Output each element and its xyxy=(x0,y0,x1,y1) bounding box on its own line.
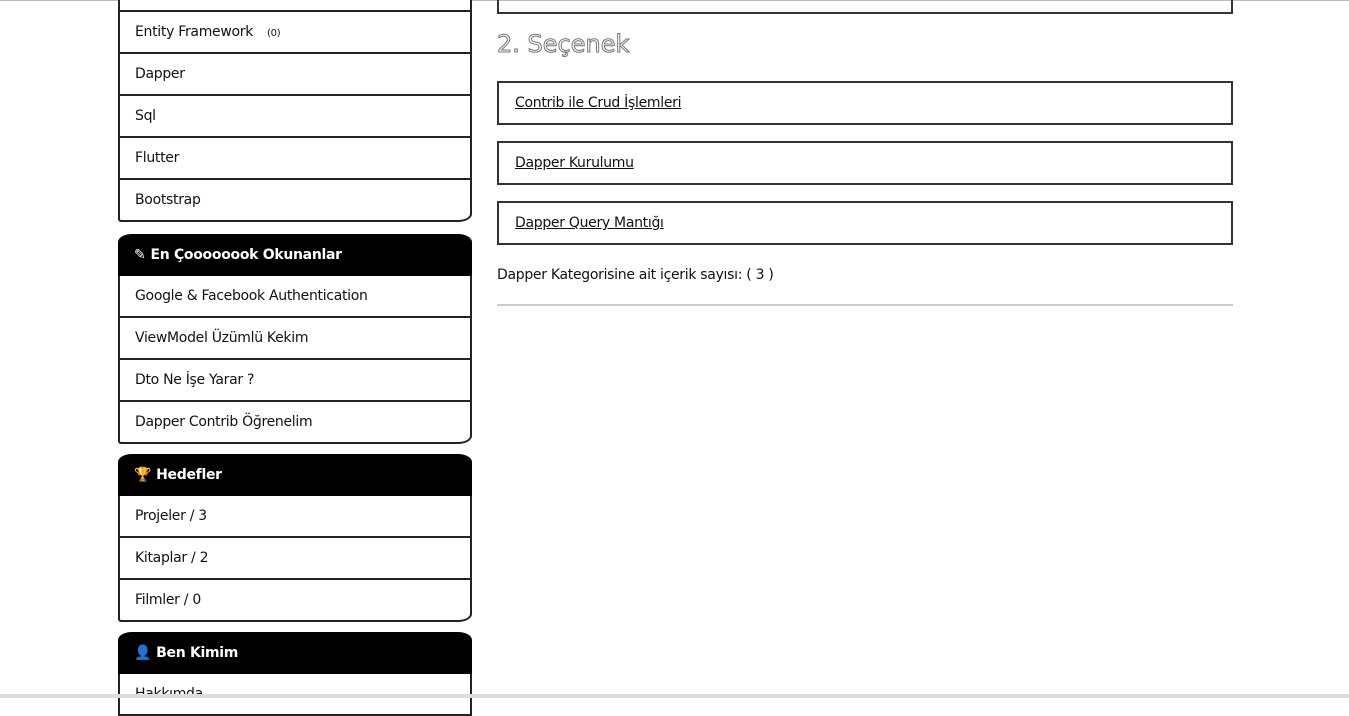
most-read-panel: ✎ En Çoooooook Okunanlar Google & Faceboo… xyxy=(118,234,472,444)
post-link[interactable]: Dapper Query Mantığı xyxy=(515,215,664,231)
post-box-cut[interactable] xyxy=(497,0,1233,14)
goal-item[interactable]: Projeler / 3 xyxy=(118,496,472,538)
post-link[interactable]: Contrib ile Crud İşlemleri xyxy=(515,95,681,111)
trophy-icon: 🏆 xyxy=(134,467,152,483)
most-read-item[interactable]: ViewModel Üzümlü Kekim xyxy=(118,318,472,360)
category-item-flutter[interactable]: Flutter xyxy=(118,138,472,180)
post-box: Dapper Kurulumu xyxy=(497,141,1233,185)
divider xyxy=(497,304,1233,306)
category-item-cut[interactable] xyxy=(118,0,472,12)
goals-header: 🏆 Hedefler xyxy=(118,454,472,496)
goals-title: Hedefler xyxy=(156,467,222,483)
category-item-entity-framework[interactable]: Entity Framework (0) xyxy=(118,12,472,54)
post-box: Contrib ile Crud İşlemleri xyxy=(497,81,1233,125)
category-item-bootstrap[interactable]: Bootstrap xyxy=(118,180,472,222)
horizontal-scrollbar[interactable] xyxy=(0,694,1349,698)
about-title: Ben Kimim xyxy=(156,645,239,661)
pencil-icon: ✎ xyxy=(134,247,146,263)
about-panel: 👤Ben Kimim Hakkımda xyxy=(118,632,472,716)
most-read-item[interactable]: Dto Ne İşe Yarar ? xyxy=(118,360,472,402)
category-item-sql[interactable]: Sql xyxy=(118,96,472,138)
most-read-header: ✎ En Çoooooook Okunanlar xyxy=(118,234,472,276)
post-link[interactable]: Dapper Kurulumu xyxy=(515,155,634,171)
category-count-text: Dapper Kategorisine ait içerik sayısı: (… xyxy=(497,267,774,283)
goal-item[interactable]: Filmler / 0 xyxy=(118,580,472,622)
most-read-item[interactable]: Dapper Contrib Öğrenelim xyxy=(118,402,472,444)
goals-panel: 🏆 Hedefler Projeler / 3 Kitaplar / 2 Film… xyxy=(118,454,472,622)
about-header: 👤 Ben Kimim xyxy=(118,632,472,674)
category-label: Entity Framework xyxy=(135,24,254,40)
post-box: Dapper Query Mantığı xyxy=(497,201,1233,245)
categories-panel: Entity Framework (0) Dapper Sql Flutter B… xyxy=(118,0,472,222)
most-read-title: En Çoooooook Okunanlar xyxy=(150,247,342,263)
category-count: (0) xyxy=(267,28,281,39)
user-icon: 👤 xyxy=(134,645,152,661)
category-item-dapper[interactable]: Dapper xyxy=(118,54,472,96)
goal-item[interactable]: Kitaplar / 2 xyxy=(118,538,472,580)
most-read-item[interactable]: Google & Facebook Authentication xyxy=(118,276,472,318)
section-title: 2. Seçenek xyxy=(496,30,630,59)
